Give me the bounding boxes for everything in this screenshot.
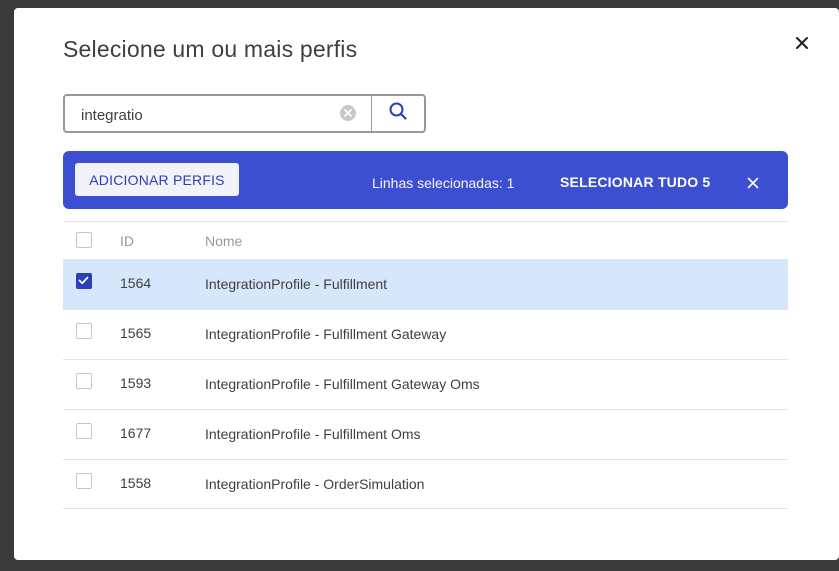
table-row[interactable]: 1593 IntegrationProfile - Fulfillment Ga… bbox=[63, 359, 788, 409]
table-header-row: ID Nome bbox=[63, 221, 788, 259]
checkmark-icon bbox=[78, 276, 89, 285]
clear-search-icon[interactable] bbox=[339, 104, 357, 122]
search-button[interactable] bbox=[372, 94, 426, 133]
table-row[interactable]: 1558 IntegrationProfile - OrderSimulatio… bbox=[63, 459, 788, 509]
search-field bbox=[63, 94, 373, 133]
search-input[interactable] bbox=[81, 105, 331, 125]
row-id: 1677 bbox=[120, 425, 152, 441]
table-row[interactable]: 1564 IntegrationProfile - Fulfillment bbox=[63, 259, 788, 309]
row-checkbox[interactable] bbox=[76, 423, 92, 439]
row-id: 1593 bbox=[120, 375, 152, 391]
row-name: IntegrationProfile - OrderSimulation bbox=[205, 476, 425, 492]
column-header-name[interactable]: Nome bbox=[205, 233, 242, 249]
close-icon[interactable] bbox=[793, 34, 811, 52]
table-row[interactable]: 1677 IntegrationProfile - Fulfillment Om… bbox=[63, 409, 788, 459]
row-id: 1558 bbox=[120, 475, 152, 491]
select-all-button[interactable]: SELECIONAR TUDO 5 bbox=[560, 174, 710, 190]
table-row[interactable]: 1565 IntegrationProfile - Fulfillment Ga… bbox=[63, 309, 788, 359]
row-name: IntegrationProfile - Fulfillment bbox=[205, 276, 388, 292]
row-checkbox[interactable] bbox=[76, 323, 92, 339]
modal-title: Selecione um ou mais perfis bbox=[63, 36, 358, 62]
row-name: IntegrationProfile - Fulfillment Oms bbox=[205, 426, 421, 442]
select-profiles-modal: Selecione um ou mais perfis ADICIONAR PE… bbox=[14, 8, 839, 560]
row-id: 1565 bbox=[120, 325, 152, 341]
close-icon[interactable] bbox=[747, 176, 759, 189]
search-icon bbox=[388, 101, 408, 126]
row-checkbox[interactable] bbox=[76, 473, 92, 489]
row-name: IntegrationProfile - Fulfillment Gateway bbox=[205, 326, 447, 342]
bulk-actions-bar: ADICIONAR PERFIS Linhas selecionadas: 1 … bbox=[63, 151, 788, 209]
row-id: 1564 bbox=[120, 275, 152, 291]
row-checkbox[interactable] bbox=[76, 273, 92, 289]
select-all-checkbox[interactable] bbox=[76, 232, 92, 248]
column-header-id[interactable]: ID bbox=[120, 233, 134, 249]
selected-rows-count: Linhas selecionadas: 1 bbox=[372, 175, 515, 191]
row-checkbox[interactable] bbox=[76, 373, 92, 389]
add-profiles-button[interactable]: ADICIONAR PERFIS bbox=[75, 163, 239, 196]
row-name: IntegrationProfile - Fulfillment Gateway… bbox=[205, 376, 480, 392]
profiles-table: ID Nome 1564 IntegrationProfile - Fulfil… bbox=[63, 221, 788, 509]
